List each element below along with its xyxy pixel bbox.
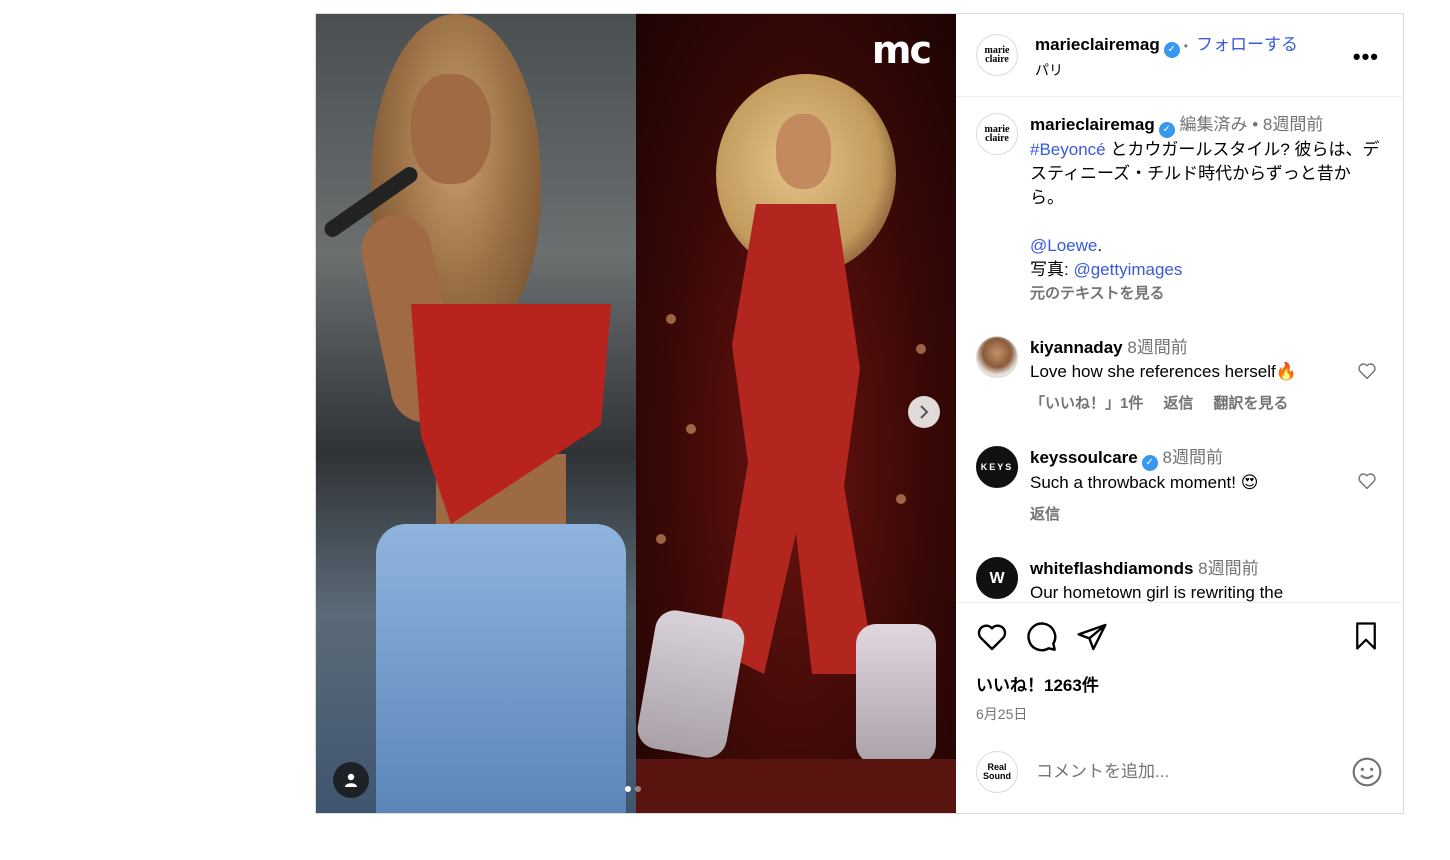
left-performer-face: [411, 74, 491, 184]
mention-loewe[interactable]: @Loewe: [1030, 236, 1097, 255]
carousel-next-button[interactable]: [908, 396, 940, 428]
user-icon: [345, 773, 357, 787]
sparkle-boot: [856, 624, 936, 764]
bookmark-icon: [1356, 622, 1376, 650]
location-link[interactable]: パリ: [1035, 60, 1298, 80]
comment: W whiteflashdiamonds 8週間前 Our hometown g…: [976, 557, 1383, 602]
heart-icon: [977, 624, 1007, 651]
stage-light: [656, 534, 666, 544]
mention-gettyimages[interactable]: @gettyimages: [1073, 260, 1182, 279]
comment: kiyannaday 8週間前 Love how she references …: [976, 336, 1383, 416]
add-comment-row: Real Sound: [976, 751, 1383, 793]
carousel-dots: [625, 786, 641, 792]
edited-label: 編集済み •: [1179, 115, 1259, 134]
stage-light: [916, 344, 926, 354]
post-header: marie claire marieclairemag ✓ • フォローする パリ •…: [956, 14, 1403, 97]
caption: marie claire marieclairemag ✓ 編集済み • 8週間前…: [976, 113, 1383, 306]
mc-logo: mc: [871, 28, 932, 72]
paper-plane-icon: [1077, 623, 1107, 651]
post-date[interactable]: 6月25日: [976, 704, 1383, 724]
comment-text: Our hometown girl is rewriting the: [1030, 583, 1284, 602]
post-side-panel: marie claire marieclairemag ✓ • フォローする パリ •…: [956, 14, 1403, 813]
commenter-avatar[interactable]: KEYS: [976, 446, 1018, 488]
comment-like-icon[interactable]: [1357, 472, 1377, 495]
verified-badge-icon: ✓: [1141, 455, 1158, 471]
hashtag-link[interactable]: #Beyoncé: [1030, 140, 1106, 159]
separator: •: [1183, 39, 1188, 53]
see-original-text-link[interactable]: 元のテキストを見る: [1030, 282, 1383, 306]
comment-username[interactable]: whiteflashdiamonds: [1030, 559, 1193, 578]
add-comment-input[interactable]: [1036, 762, 1351, 782]
heart-icon: [1358, 473, 1376, 490]
chevron-right-icon: [920, 405, 929, 419]
stage-light: [666, 314, 676, 324]
comment: KEYS keyssoulcare ✓ 8週間前 Such a throwback…: [976, 446, 1383, 527]
right-performer-face: [776, 114, 831, 189]
heart-icon: [1358, 363, 1376, 380]
verified-badge-icon: ✓: [1158, 122, 1175, 138]
jeans: [376, 524, 626, 813]
follow-button[interactable]: フォローする: [1196, 35, 1298, 54]
emoji-picker-button[interactable]: [1351, 756, 1383, 788]
reply-button[interactable]: 返信: [1163, 392, 1193, 416]
post-footer: いいね！1263件 6月25日 Real Sound: [956, 602, 1403, 813]
caption-period: .: [1097, 236, 1103, 255]
comment-text: Love how she references herself🔥: [1030, 362, 1297, 381]
comments-section[interactable]: marie claire marieclairemag ✓ 編集済み • 8週間前…: [956, 97, 1403, 602]
action-bar: [976, 603, 1383, 671]
stage-light: [896, 494, 906, 504]
author-username[interactable]: marieclairemag: [1035, 35, 1160, 54]
comment-like-icon[interactable]: [1357, 362, 1377, 385]
comment-text: Such a throwback moment! 😍: [1030, 473, 1259, 492]
photo-credit-label: 写真:: [1030, 260, 1074, 279]
smiley-icon: [1352, 757, 1382, 787]
caption-avatar[interactable]: marie claire: [976, 113, 1018, 155]
tagged-users-button[interactable]: [333, 762, 369, 798]
verified-badge-icon: ✓: [1163, 42, 1180, 58]
reply-button[interactable]: 返信: [1030, 503, 1060, 527]
author-avatar[interactable]: marie claire: [976, 34, 1018, 76]
current-user-avatar[interactable]: Real Sound: [976, 751, 1018, 793]
caption-time: 8週間前: [1262, 115, 1324, 134]
more-options-icon[interactable]: •••: [1353, 44, 1379, 70]
carousel-dot: [625, 786, 631, 792]
comment-username[interactable]: kiyannaday: [1030, 338, 1123, 357]
like-button[interactable]: [976, 622, 1008, 652]
commenter-avatar[interactable]: [976, 336, 1018, 378]
post-media[interactable]: mc: [316, 14, 956, 813]
carousel-dot: [635, 786, 641, 792]
comment-username[interactable]: keyssoulcare: [1030, 448, 1138, 467]
share-button[interactable]: [1076, 622, 1108, 652]
comment-button[interactable]: [1026, 621, 1058, 653]
instagram-post: mc marie claire marieclairemag ✓ • フォローする: [315, 13, 1404, 814]
translate-button[interactable]: 翻訳を見る: [1213, 392, 1288, 416]
comment-time: 8週間前: [1162, 448, 1223, 467]
likes-count[interactable]: いいね！1263件: [976, 671, 1383, 696]
comment-likes-count[interactable]: 「いいね！」1件: [1030, 392, 1143, 416]
save-button[interactable]: [1353, 621, 1379, 656]
comment-time: 8週間前: [1198, 559, 1259, 578]
stage-light: [686, 424, 696, 434]
stage: [636, 759, 956, 813]
commenter-avatar[interactable]: W: [976, 557, 1018, 599]
comment-time: 8週間前: [1127, 338, 1188, 357]
comment-bubble-icon: [1027, 622, 1057, 652]
caption-username[interactable]: marieclairemag: [1030, 115, 1155, 134]
